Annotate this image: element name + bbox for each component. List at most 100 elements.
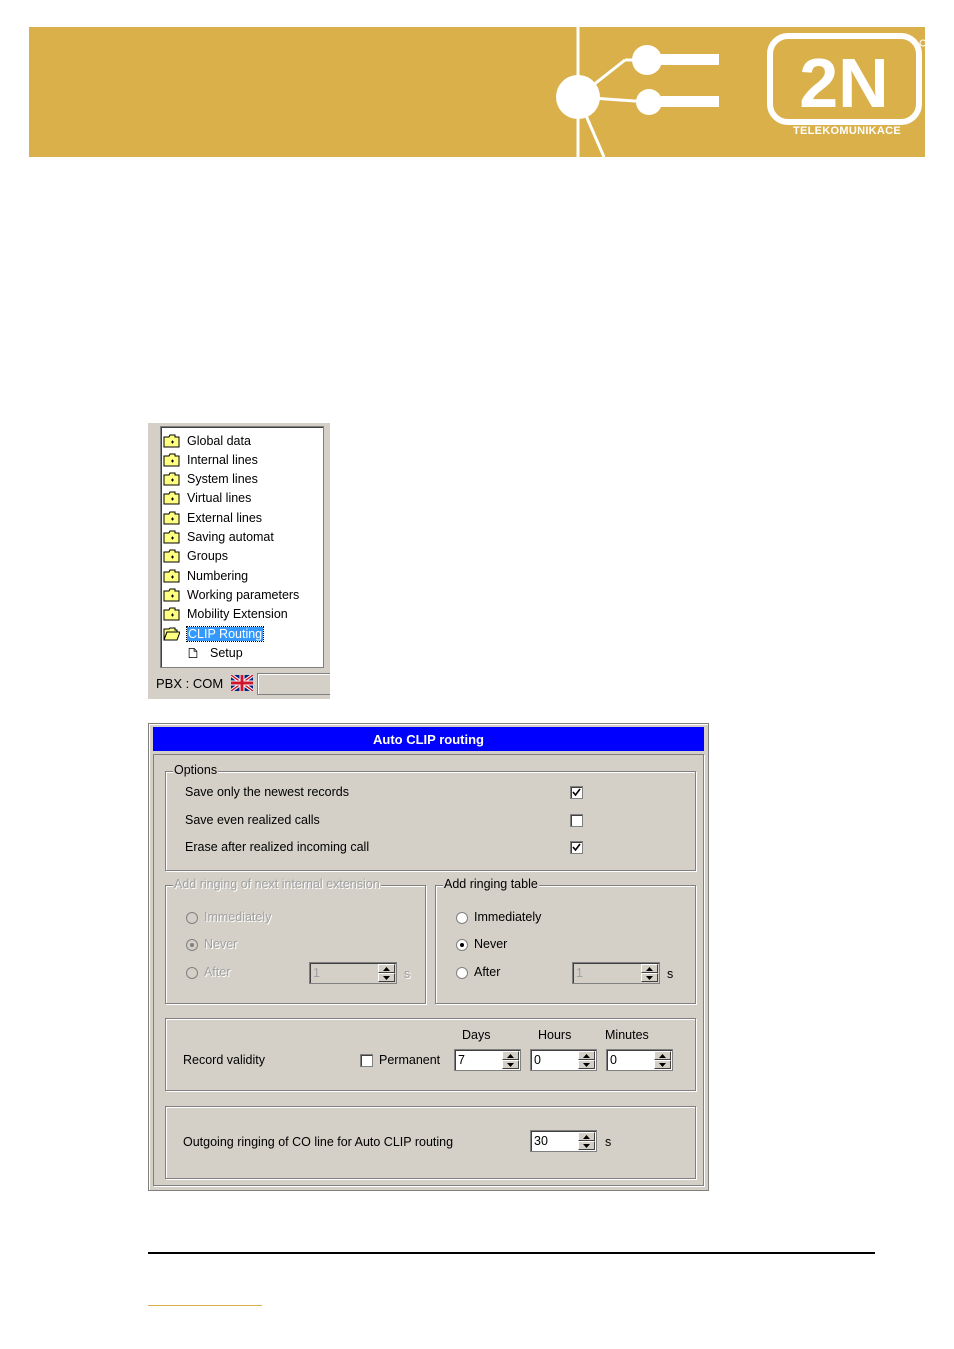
table-after-label: After [474, 965, 501, 979]
arrow-down-icon [583, 1143, 590, 1148]
brand-subtitle: TELEKOMUNIKACE [792, 125, 902, 137]
outgoing-ringing-value: 30 [534, 1134, 548, 1148]
table-unit-label: s [667, 967, 674, 981]
tree-item-label: Groups [187, 549, 228, 563]
tree-panel: Global data Internal lines System lines … [148, 423, 330, 699]
tree-item-external-lines[interactable]: External lines [163, 509, 262, 527]
tree-item-mobility-extension[interactable]: Mobility Extension [163, 605, 288, 623]
spin-down-button[interactable] [578, 1141, 595, 1150]
spin-up-button[interactable] [578, 1051, 595, 1060]
table-never-label: Never [474, 937, 508, 951]
arrow-down-icon [583, 1062, 590, 1067]
outgoing-ringing-label: Outgoing ringing of CO line for Auto CLI… [183, 1135, 454, 1149]
record-validity-label: Record validity [183, 1053, 265, 1067]
spin-up-button[interactable] [578, 1132, 595, 1141]
folder-closed-icon [163, 549, 180, 563]
arrow-down-icon [383, 975, 390, 980]
internal-after-radio[interactable] [186, 967, 198, 979]
permanent-checkbox[interactable] [360, 1054, 373, 1067]
spin-up-button[interactable] [502, 1051, 519, 1060]
status-text: PBX : COM [156, 676, 224, 691]
tree-item-setup[interactable]: Setup [187, 644, 243, 662]
tree-item-label: Internal lines [187, 453, 258, 467]
status-cell [257, 673, 330, 695]
header-banner: 2N TELEKOMUNIKACE [29, 27, 925, 157]
spin-up-button[interactable] [654, 1051, 671, 1060]
dialog-body: Options Save only the newest records Sav… [153, 754, 704, 1186]
internal-immediately-radio[interactable] [186, 912, 198, 924]
spin-up-button[interactable] [641, 964, 658, 973]
erase-after-checkbox[interactable] [570, 841, 583, 854]
checkmark-icon [572, 788, 581, 797]
tree-item-label: System lines [187, 472, 258, 486]
tree-item-saving-automat[interactable]: Saving automat [163, 528, 274, 546]
tree-item-global-data[interactable]: Global data [163, 432, 251, 450]
tree-item-label: Working parameters [187, 588, 300, 602]
outgoing-ringing-stepper[interactable]: 30 [530, 1130, 597, 1152]
options-group: Options Save only the newest records Sav… [165, 763, 696, 871]
ringing-internal-group: Add ringing of next internal extension I… [165, 877, 426, 1004]
table-immediately-radio[interactable] [456, 912, 468, 924]
tree-item-groups[interactable]: Groups [163, 547, 228, 565]
status-bar: PBX : COM [154, 672, 330, 696]
internal-after-label: After [204, 965, 231, 979]
internal-after-stepper[interactable]: 1 [309, 962, 397, 984]
save-realized-checkbox[interactable] [570, 814, 583, 827]
footer-link-underline[interactable] [148, 1305, 262, 1306]
dialog-title: Auto CLIP routing [153, 727, 704, 751]
table-after-stepper[interactable]: 1 [572, 962, 660, 984]
table-immediately-label: Immediately [474, 910, 542, 924]
checkmark-icon [572, 843, 581, 852]
internal-never-radio[interactable] [186, 939, 198, 951]
table-never-radio[interactable] [456, 939, 468, 951]
minutes-label: Minutes [605, 1028, 649, 1042]
tree-item-label: CLIP Routing [185, 626, 265, 642]
save-newest-label: Save only the newest records [185, 785, 349, 799]
folder-closed-icon [163, 530, 180, 544]
spin-down-button[interactable] [654, 1060, 671, 1069]
days-label: Days [462, 1028, 491, 1042]
spin-down-button[interactable] [502, 1060, 519, 1069]
tree-item-clip-routing[interactable]: CLIP Routing [163, 625, 265, 643]
auto-clip-routing-dialog: Auto CLIP routing Options Save only the … [148, 723, 709, 1191]
save-newest-checkbox[interactable] [570, 786, 583, 799]
tree-item-numbering[interactable]: Numbering [163, 567, 248, 585]
document-icon [188, 648, 198, 658]
hours-stepper[interactable]: 0 [530, 1049, 597, 1071]
ringing-table-group: Add ringing table Immediately Never Afte… [435, 877, 696, 1004]
arrow-down-icon [659, 1062, 666, 1067]
tree-item-internal-lines[interactable]: Internal lines [163, 451, 258, 469]
folder-closed-icon [163, 472, 180, 486]
tree-item-system-lines[interactable]: System lines [163, 470, 258, 488]
arrow-up-icon [646, 966, 653, 971]
tree-item-label: Setup [210, 646, 243, 660]
logo-text: 2N [799, 44, 888, 122]
folder-closed-icon [163, 491, 180, 505]
tree-item-working-parameters[interactable]: Working parameters [163, 586, 299, 604]
spin-up-button[interactable] [378, 964, 395, 973]
table-after-radio[interactable] [456, 967, 468, 979]
spin-down-button[interactable] [578, 1060, 595, 1069]
erase-after-label: Erase after realized incoming call [185, 840, 370, 854]
internal-immediately-label: Immediately [204, 910, 272, 924]
internal-after-value: 1 [313, 966, 320, 980]
spin-down-button[interactable] [378, 973, 395, 982]
tree-item-virtual-lines[interactable]: Virtual lines [163, 489, 251, 507]
hours-label: Hours [538, 1028, 572, 1042]
hours-value: 0 [534, 1053, 541, 1067]
arrow-up-icon [507, 1053, 514, 1058]
navigation-tree[interactable]: Global data Internal lines System lines … [160, 426, 324, 668]
folder-closed-icon [163, 453, 180, 467]
tree-item-label: Global data [187, 434, 251, 448]
days-value: 7 [458, 1053, 465, 1067]
minutes-stepper[interactable]: 0 [606, 1049, 673, 1071]
2n-logo-icon: 2N [767, 33, 925, 125]
spin-down-button[interactable] [641, 973, 658, 982]
footer-divider [148, 1252, 875, 1254]
tree-item-label: Numbering [187, 569, 249, 583]
arrow-up-icon [383, 966, 390, 971]
days-stepper[interactable]: 7 [454, 1049, 521, 1071]
ringing-table-legend: Add ringing table [443, 877, 539, 891]
folder-closed-icon [163, 569, 180, 583]
uk-flag-icon[interactable] [231, 675, 253, 691]
